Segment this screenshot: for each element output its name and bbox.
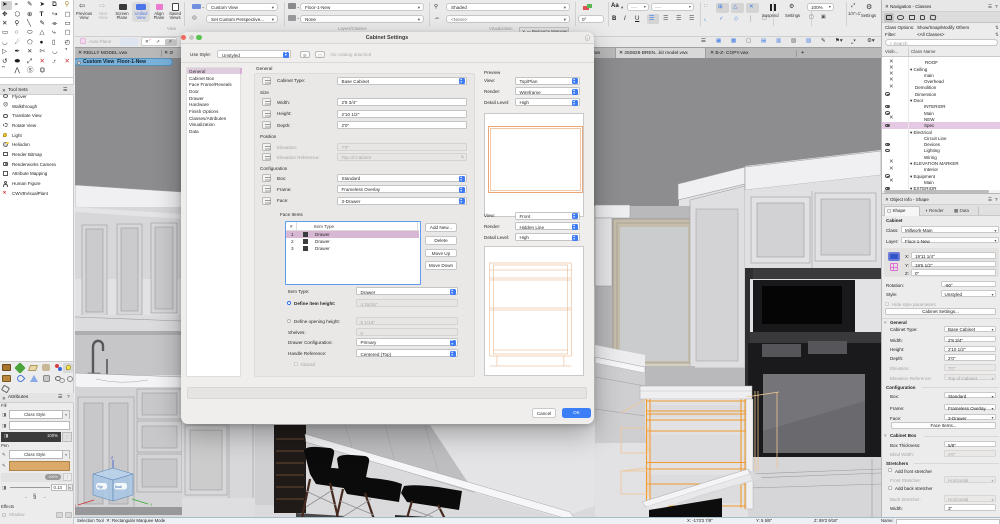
svg-text:Back: Back [115, 485, 122, 489]
svg-text:Rgt: Rgt [98, 485, 103, 489]
